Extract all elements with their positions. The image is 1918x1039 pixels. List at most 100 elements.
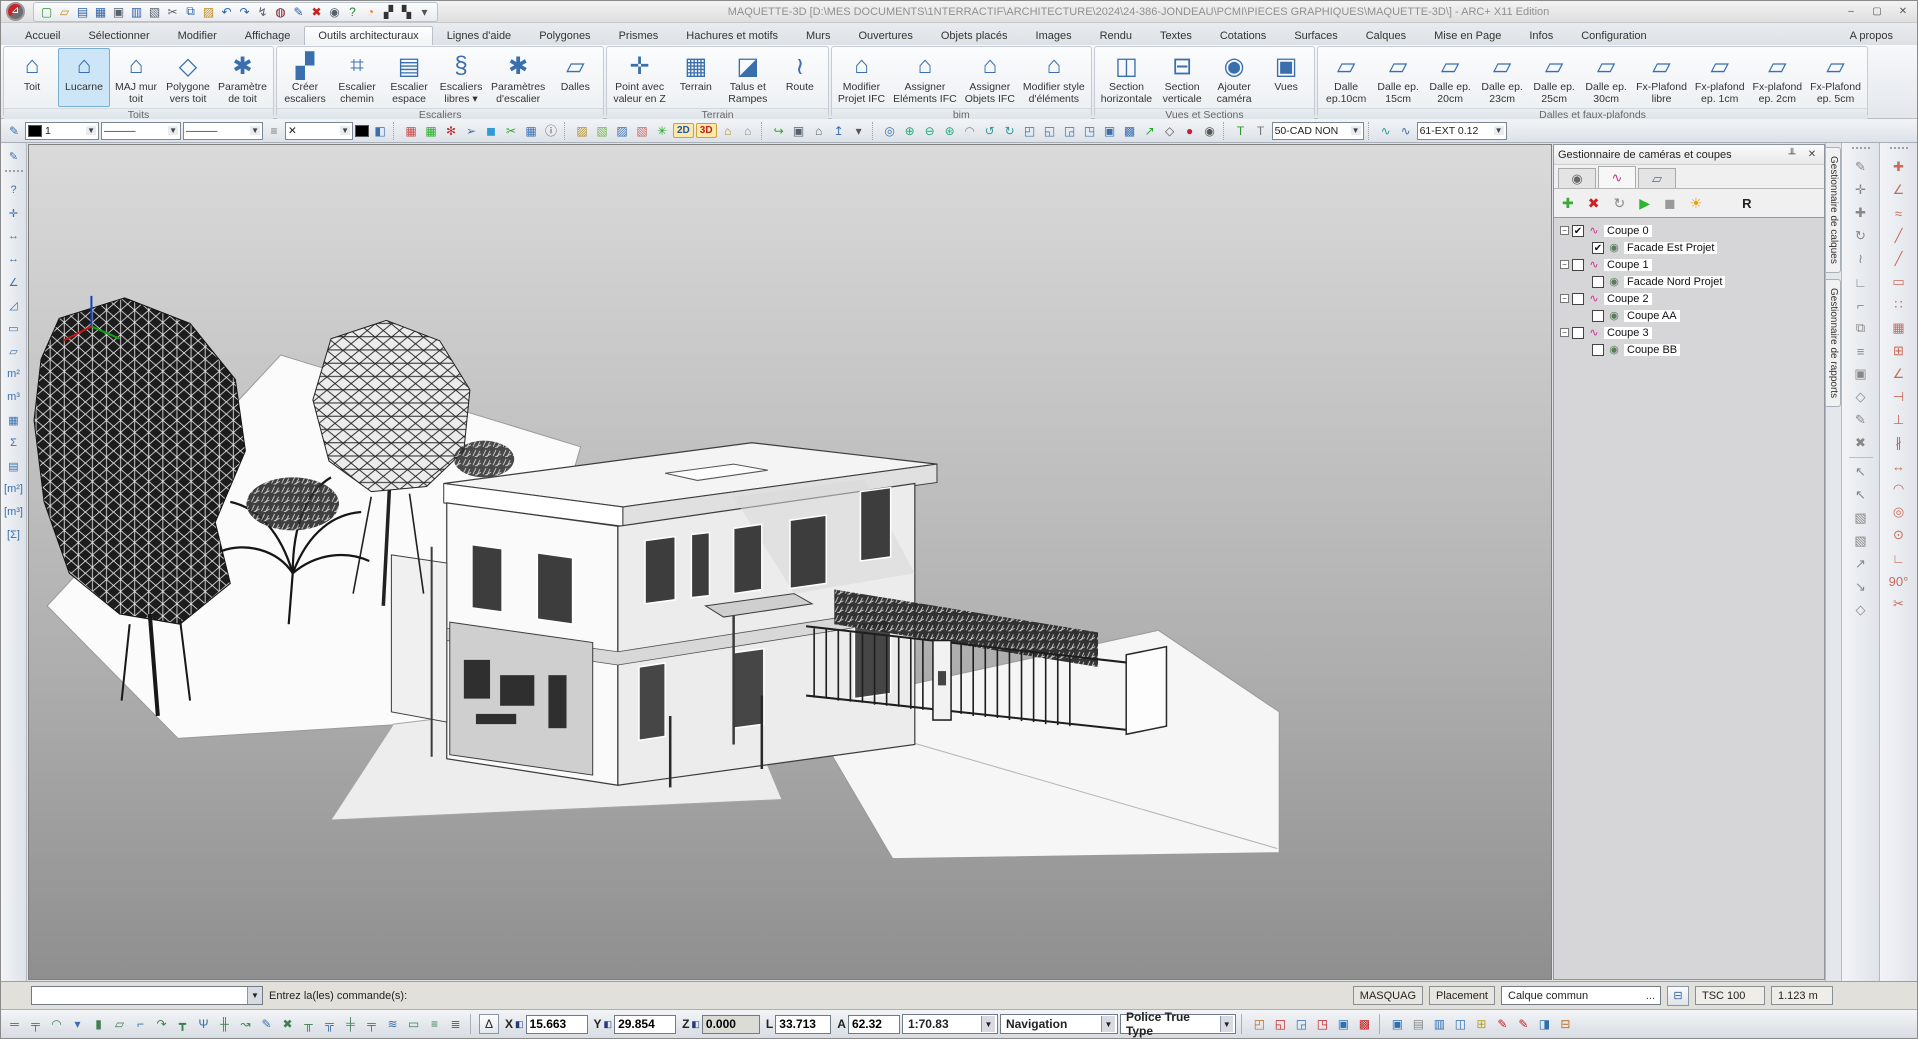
tools-icon[interactable]: ✻ (442, 122, 460, 140)
solid-box-icon[interactable]: ◼ (482, 122, 500, 140)
pan-icon[interactable]: ◍ (272, 3, 289, 20)
view-3d-save-icon[interactable]: ◱ (1271, 1015, 1290, 1034)
circle-center-icon[interactable]: ⊙ (1886, 524, 1912, 546)
window-split-icon[interactable]: ⊟ (1556, 1015, 1575, 1034)
reset-button[interactable]: R (1742, 196, 1751, 211)
delta-toggle-button[interactable]: Δ (479, 1014, 499, 1034)
view-3d-top-icon[interactable]: ◰ (1250, 1015, 1269, 1034)
corner-join-icon[interactable]: ∟ (1886, 547, 1912, 569)
slab-20cm-button[interactable]: ▱Dalle ep. 20cm (1424, 48, 1476, 107)
wall-attach-icon[interactable]: ✎ (257, 1015, 276, 1034)
info-icon[interactable]: ⓘ (542, 122, 560, 140)
tab-cotations[interactable]: Cotations (1206, 26, 1280, 45)
wall-height-icon[interactable]: ╥ (299, 1015, 318, 1034)
plot-icon[interactable]: ⌂ (810, 122, 828, 140)
measure-polygon-icon[interactable]: ▱ (3, 340, 25, 362)
orbit-icon[interactable]: ◠ (961, 122, 979, 140)
wall-dropdown-icon[interactable]: ▾ (68, 1015, 87, 1034)
list-m2-icon[interactable]: [m²] (3, 478, 25, 500)
views-button[interactable]: ▣Vues (1260, 48, 1312, 107)
coord-a-input[interactable] (848, 1015, 900, 1034)
viewport-3d[interactable] (28, 144, 1552, 980)
tab-lignes-d-aide[interactable]: Lignes d'aide (433, 26, 526, 45)
help-icon[interactable]: ? (344, 3, 361, 20)
tree-item[interactable]: ◉Facade Nord Projet (1556, 273, 1822, 290)
new-document-icon[interactable]: ▢ (38, 3, 55, 20)
3d-mode-button[interactable]: 3D (696, 123, 717, 138)
tree-item[interactable]: −∿Coupe 1 (1556, 256, 1822, 273)
measure-area-icon[interactable]: m² (3, 363, 25, 385)
bim-edit-project-button[interactable]: ⌂Modifier Projet IFC (834, 48, 889, 107)
view-cube-iso-icon[interactable]: ▣ (1101, 122, 1119, 140)
measure-hatch-icon[interactable]: ▦ (3, 409, 25, 431)
pen-disable-icon[interactable]: ✎ (1493, 1015, 1512, 1034)
tab-calques[interactable]: Calques (1352, 26, 1420, 45)
open-file-icon[interactable]: ▱ (56, 3, 73, 20)
palette-icon[interactable]: ▦ (422, 122, 440, 140)
tree-expander-icon[interactable]: − (1560, 328, 1569, 337)
tree-checkbox[interactable] (1592, 276, 1604, 288)
hatch-toggle-3-icon[interactable]: ▨ (613, 122, 631, 140)
snap-cross-icon[interactable]: ✚ (1886, 156, 1912, 178)
view-3d-reset-icon[interactable]: ▩ (1355, 1015, 1374, 1034)
tree-checkbox[interactable]: ✔ (1592, 242, 1604, 254)
dropdown-arrow-icon[interactable]: ▼ (168, 126, 178, 135)
render-settings-button[interactable]: ☀ (1690, 195, 1703, 212)
fill-style-icon[interactable]: ◧ (371, 122, 389, 140)
wall-y-junction-icon[interactable]: Ψ (194, 1015, 213, 1034)
polygon-to-roof-button[interactable]: ◇Polygone vers toit (162, 48, 214, 107)
text-style-select[interactable]: 50-CAD NON▼ (1272, 122, 1364, 140)
wall-parallel-icon[interactable]: ╫ (215, 1015, 234, 1034)
hatch-toggle-1-icon[interactable]: ▨ (573, 122, 591, 140)
hatch-toggle-4-icon[interactable]: ▧ (633, 122, 651, 140)
cube-display-button[interactable]: ◼ (1664, 195, 1676, 212)
tab-s-lectionner[interactable]: Sélectionner (74, 26, 163, 45)
select-add-icon[interactable]: ↗ (1848, 553, 1874, 575)
spacing-icon[interactable]: ↔ (1886, 455, 1912, 477)
wall-poly-icon[interactable]: ▱ (110, 1015, 129, 1034)
pick-pen-icon[interactable]: ✎ (3, 145, 25, 167)
roof-settings-button[interactable]: ✱Paramètre de toit (214, 48, 271, 107)
up-arrow-icon[interactable]: ↥ (830, 122, 848, 140)
toolbar-overflow-icon[interactable]: ▾ (416, 3, 433, 20)
terrain-button[interactable]: ▦Terrain (670, 48, 722, 107)
pen-tool-icon[interactable]: ✎ (290, 3, 307, 20)
tab-objets-plac-s[interactable]: Objets placés (927, 26, 1022, 45)
shade-mode-icon[interactable]: ● (1181, 122, 1199, 140)
select-arrow-icon[interactable]: ↖ (1848, 461, 1874, 483)
list-total-icon[interactable]: [Σ] (3, 524, 25, 546)
dropdown-arrow-icon[interactable]: ▼ (250, 126, 260, 135)
roof-button[interactable]: ⌂Toit (6, 48, 58, 107)
tree-item[interactable]: ◉Coupe BB (1556, 341, 1822, 358)
slab-23cm-button[interactable]: ▱Dalle ep. 23cm (1476, 48, 1528, 107)
line-weight-icon[interactable]: ≡ (265, 122, 283, 140)
text-style-alt-icon[interactable]: T (1252, 122, 1270, 140)
view-next-icon[interactable]: ↻ (1001, 122, 1019, 140)
select-arrow-alt-icon[interactable]: ↖ (1848, 484, 1874, 506)
print-fence-icon[interactable]: ▤ (1409, 1015, 1428, 1034)
view-previous-icon[interactable]: ↺ (981, 122, 999, 140)
symmetry-icon[interactable]: ∦ (1886, 432, 1912, 454)
more-dropdown-icon[interactable]: ▾ (850, 122, 868, 140)
tree-item[interactable]: −∿Coupe 3 (1556, 324, 1822, 341)
modify-element-icon[interactable]: ✎ (1848, 156, 1874, 178)
pin-icon[interactable]: ╨ (1784, 147, 1800, 162)
delete-element-icon[interactable]: ✖ (1848, 432, 1874, 454)
tab-a-propos[interactable]: A propos (1836, 26, 1907, 45)
save-icon[interactable]: ▤ (74, 3, 91, 20)
layer-browse-button[interactable]: ... (1643, 990, 1658, 1002)
measure-distance-icon[interactable]: ↔ (3, 225, 25, 247)
distribute-icon[interactable]: ⊣ (1886, 386, 1912, 408)
wall-curve-icon[interactable]: ↷ (152, 1015, 171, 1034)
view-3d-iso-icon[interactable]: ▣ (1334, 1015, 1353, 1034)
line-free-icon[interactable]: ╱ (1886, 248, 1912, 270)
tab-accueil[interactable]: Accueil (11, 26, 74, 45)
roof-wall-update-button[interactable]: ⌂MAJ mur toit (110, 48, 162, 107)
tab-outils-architecturaux[interactable]: Outils architecturaux (304, 26, 432, 45)
command-input[interactable]: ▼ (31, 986, 263, 1005)
scale-select[interactable]: 1:70.83▼ (902, 1014, 998, 1034)
vertical-section-button[interactable]: ⊟Section verticale (1156, 48, 1208, 107)
offset-icon[interactable]: ⌐ (1848, 294, 1874, 316)
clip-icon[interactable]: ✂ (502, 122, 520, 140)
wall-sketch-icon[interactable]: ↝ (236, 1015, 255, 1034)
